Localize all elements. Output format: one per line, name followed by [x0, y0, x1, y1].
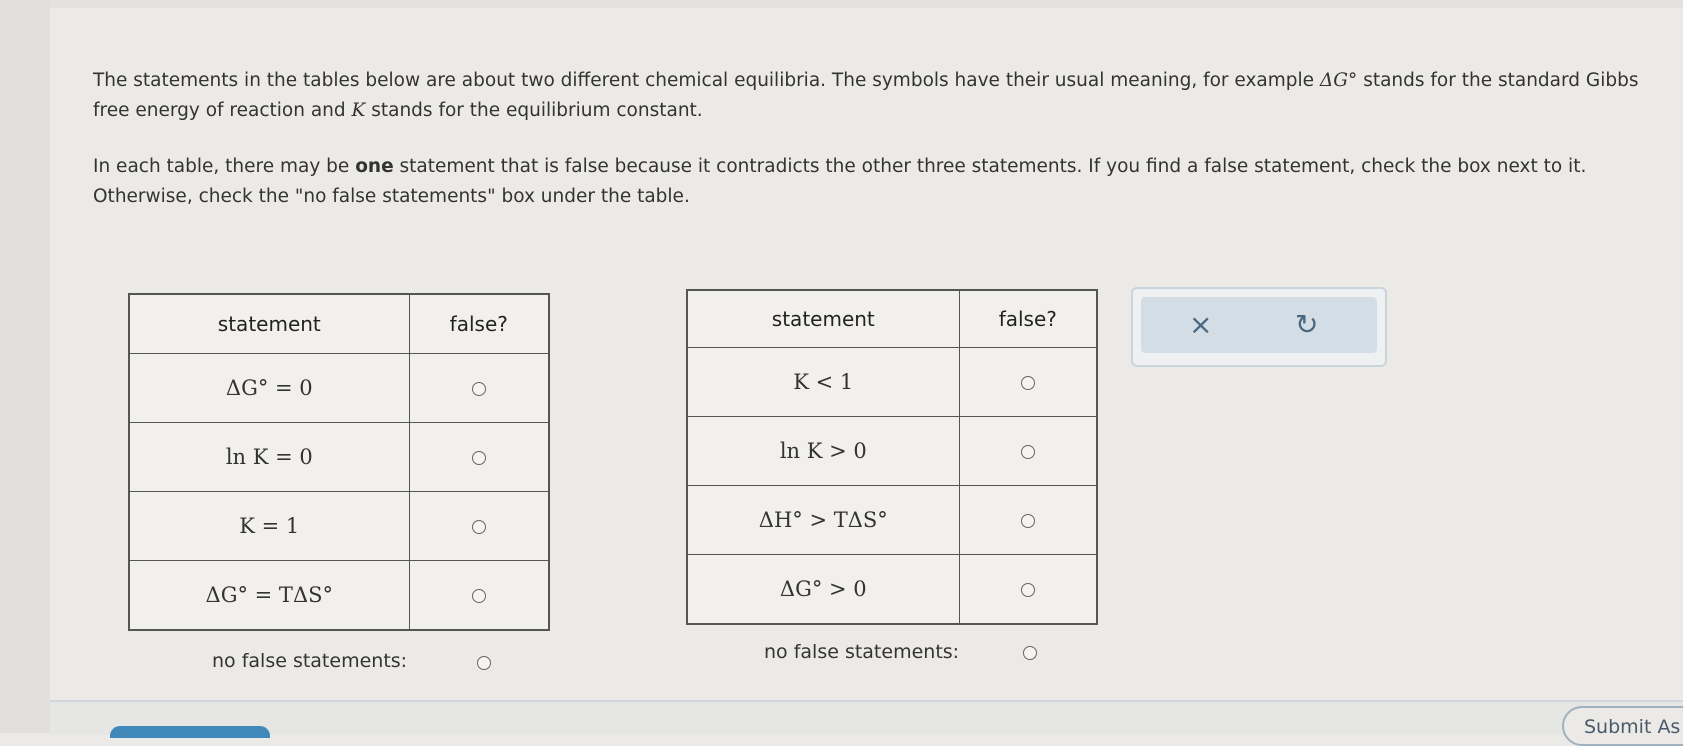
- false-header: false?: [408, 293, 550, 354]
- table-row: ΔH° > TΔS°: [686, 485, 1098, 555]
- statement-cell: K < 1: [686, 347, 960, 417]
- statement-cell: ΔG° = TΔS°: [128, 560, 410, 631]
- statement-cell: ΔG° = 0: [128, 353, 410, 423]
- submit-label: Submit As: [1584, 716, 1681, 738]
- false-radio[interactable]: [1020, 445, 1035, 459]
- delta-g-symbol: ΔG°: [1319, 70, 1358, 91]
- table-row: ΔG° > 0: [686, 554, 1098, 625]
- table-row: K = 1: [128, 491, 550, 561]
- instructions-paragraph-2: In each table, there may be one statemen…: [93, 156, 1587, 207]
- primary-button[interactable]: [110, 726, 270, 738]
- instructions-paragraph-1: The statements in the tables below are a…: [93, 70, 1639, 121]
- table-row: ln K > 0: [686, 416, 1098, 486]
- statement-table-2: statement false? K < 1 ln K > 0 ΔH° > TΔ…: [686, 289, 1098, 625]
- false-radio[interactable]: [471, 382, 486, 396]
- no-false-radio-1[interactable]: [477, 656, 491, 670]
- table-row: ΔG° = 0: [128, 353, 550, 423]
- undo-icon[interactable]: ↻: [1295, 307, 1318, 343]
- statement-table-1: statement false? ΔG° = 0 ln K = 0 K = 1 …: [128, 293, 550, 631]
- false-radio[interactable]: [1020, 376, 1035, 390]
- statement-cell: ΔG° > 0: [686, 554, 960, 625]
- table-row: ΔG° = TΔS°: [128, 560, 550, 631]
- statement-header: statement: [128, 293, 410, 354]
- left-margin: [0, 0, 50, 733]
- false-radio[interactable]: [471, 520, 486, 534]
- table-header-row: statement false?: [128, 293, 550, 354]
- false-radio[interactable]: [471, 589, 486, 603]
- no-false-label: no false statements:: [212, 650, 408, 672]
- statement-header: statement: [686, 289, 960, 348]
- statement-cell: ln K = 0: [128, 422, 410, 492]
- false-radio[interactable]: [1020, 514, 1035, 528]
- table-row: K < 1: [686, 347, 1098, 417]
- table-row: ln K = 0: [128, 422, 550, 492]
- no-false-radio-2[interactable]: [1023, 646, 1037, 660]
- submit-button[interactable]: Submit As: [1562, 706, 1683, 746]
- k-symbol: K: [351, 100, 366, 121]
- false-header: false?: [958, 289, 1098, 348]
- false-radio[interactable]: [471, 451, 486, 465]
- statement-cell: K = 1: [128, 491, 410, 561]
- statement-cell: ΔH° > TΔS°: [686, 485, 960, 555]
- instructions: The statements in the tables below are a…: [93, 66, 1673, 238]
- false-radio[interactable]: [1020, 583, 1035, 597]
- no-false-statements-1: no false statements:: [212, 650, 407, 672]
- top-strip: [0, 0, 1683, 8]
- table-header-row: statement false?: [686, 289, 1098, 348]
- no-false-label: no false statements:: [764, 641, 960, 663]
- close-icon[interactable]: ×: [1189, 307, 1212, 343]
- statement-cell: ln K > 0: [686, 416, 960, 486]
- answer-toolbar: × ↻: [1131, 287, 1387, 367]
- no-false-statements-2: no false statements:: [764, 641, 959, 663]
- bottom-bar: [50, 700, 1683, 735]
